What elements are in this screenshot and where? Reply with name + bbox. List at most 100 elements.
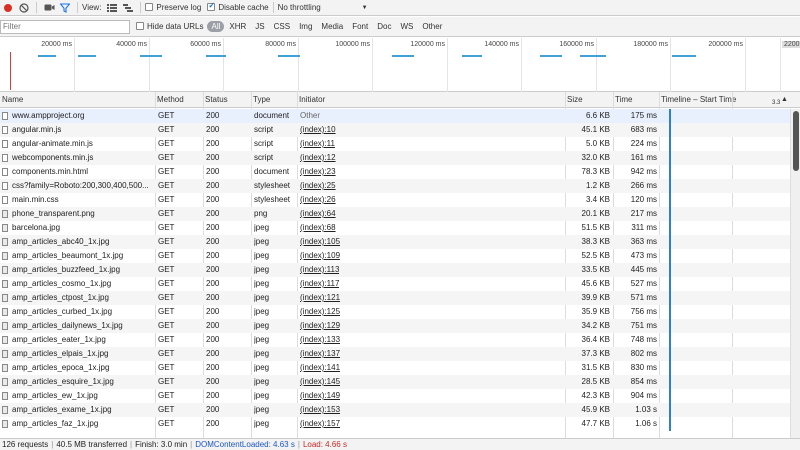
request-method: GET [158,419,175,428]
request-initiator[interactable]: (index):109 [300,249,340,263]
request-initiator[interactable]: (index):10 [300,123,336,137]
overview-gridline [447,38,448,92]
throttling-select[interactable]: No throttling [278,3,358,12]
request-row[interactable]: angular.min.js GET 200 script (index):10 45.1… [0,123,790,137]
column-header-status[interactable]: Status [203,92,251,108]
request-type: document [254,167,290,176]
hide-data-urls-checkbox[interactable]: Hide data URLs [136,22,203,31]
scrollbar-thumb[interactable] [793,111,799,171]
request-time: 175 ms [630,111,657,120]
request-initiator[interactable]: (index):23 [300,165,336,179]
request-initiator[interactable]: (index):145 [300,375,340,389]
column-header-time[interactable]: Time [613,92,659,108]
waterfall-bar [669,137,671,151]
request-initiator[interactable]: (index):68 [300,221,336,235]
waterfall-bar [669,389,671,403]
request-initiator[interactable]: (index):129 [300,319,340,333]
capture-screenshots-button[interactable] [41,0,57,16]
request-row[interactable]: amp_articles_buzzfeed_1x.jpg GET 200 jpeg (i… [0,263,790,277]
request-row[interactable]: amp_articles_cosmo_1x.jpg GET 200 jpeg (inde… [0,277,790,291]
column-header-name[interactable]: Name [0,92,155,108]
request-method: GET [158,111,175,120]
filter-type-css[interactable]: CSS [270,21,294,32]
overview-toggle-button[interactable] [120,0,136,16]
timeline-overview[interactable]: 20000 ms 40000 ms 60000 ms 80000 ms 100000 m… [0,38,800,92]
request-initiator[interactable]: (index):121 [300,291,340,305]
request-initiator[interactable]: (index):125 [300,305,340,319]
request-method: GET [158,377,175,386]
request-status: 200 [206,209,220,218]
request-row[interactable]: amp_articles_faz_1x.jpg GET 200 jpeg (index)… [0,417,790,431]
preserve-log-checkbox[interactable]: Preserve log [145,3,201,12]
filter-type-js[interactable]: JS [251,21,268,32]
column-header-size[interactable]: Size [565,92,613,108]
request-initiator[interactable]: (index):117 [300,277,339,291]
request-initiator[interactable]: (index):25 [300,179,336,193]
request-row[interactable]: phone_transparent.png GET 200 png (index):64… [0,207,790,221]
column-header-method[interactable]: Method [155,92,203,108]
request-time: 854 ms [630,377,657,386]
disable-cache-checkbox[interactable]: Disable cache [207,1,269,12]
request-initiator[interactable]: (index):113 [300,263,339,277]
request-row[interactable]: amp_articles_ctpost_1x.jpg GET 200 jpeg (ind… [0,291,790,305]
devtools-network-panel: View: Preserve log Disable cache No thro… [0,0,800,450]
request-type: jpeg [254,251,270,260]
request-row[interactable]: main.min.css GET 200 stylesheet (index):26 3.… [0,193,790,207]
request-initiator[interactable]: (index):137 [300,347,340,361]
request-row[interactable]: amp_articles_beaumont_1x.jpg GET 200 jpeg (i… [0,249,790,263]
filter-type-ws[interactable]: WS [396,21,417,32]
request-row[interactable]: amp_articles_elpais_1x.jpg GET 200 jpeg (ind… [0,347,790,361]
request-initiator[interactable]: (index):12 [300,151,336,165]
request-row[interactable]: amp_articles_dailynews_1x.jpg GET 200 jpeg (… [0,319,790,333]
filter-input[interactable] [0,19,130,34]
large-rows-button[interactable] [104,0,120,16]
request-row[interactable]: amp_articles_esquire_1x.jpg GET 200 jpeg (in… [0,375,790,389]
column-header-timeline[interactable]: Timeline – Start Time [659,92,769,108]
request-row[interactable]: amp_articles_eater_1x.jpg GET 200 jpeg (inde… [0,333,790,347]
filter-type-doc[interactable]: Doc [373,21,395,32]
request-initiator[interactable]: (index):105 [300,235,340,249]
request-count: 126 requests [2,440,49,449]
filter-type-other[interactable]: Other [418,21,446,32]
request-initiator[interactable]: (index):64 [300,207,336,221]
filter-toggle-button[interactable] [57,0,73,16]
column-header-initiator[interactable]: Initiator [297,92,565,108]
request-row[interactable]: css?family=Roboto:200,300,400,500... GET 2… [0,179,790,193]
hide-data-urls-label: Hide data URLs [147,22,204,31]
request-row[interactable]: barcelona.jpg GET 200 jpeg (index):68 51.5 KB… [0,221,790,235]
clear-button[interactable] [16,0,32,16]
request-type: jpeg [254,321,270,330]
request-row[interactable]: components.min.html GET 200 document (index)… [0,165,790,179]
request-initiator[interactable]: (index):153 [300,403,340,417]
request-row[interactable]: www.ampproject.org GET 200 document Other 6.6… [0,109,790,123]
request-row[interactable]: amp_articles_ew_1x.jpg GET 200 jpeg (index):… [0,389,790,403]
filter-funnel-icon [60,2,70,13]
request-row[interactable]: angular-animate.min.js GET 200 script (index… [0,137,790,151]
filter-type-img[interactable]: Img [295,21,316,32]
request-initiator[interactable]: (index):157 [300,417,340,431]
request-row[interactable]: amp_articles_exame_1x.jpg GET 200 jpeg (inde… [0,403,790,417]
record-button[interactable] [0,0,16,16]
filter-type-font[interactable]: Font [348,21,372,32]
overview-request-bar [392,55,414,57]
request-status: 200 [206,237,220,246]
request-time: 311 ms [631,223,657,232]
request-name: amp_articles_beaumont_1x.jpg [12,251,124,260]
request-size: 1.2 KB [585,181,610,190]
request-row[interactable]: amp_articles_curbed_1x.jpg GET 200 jpeg (ind… [0,305,790,319]
request-initiator[interactable]: (index):11 [300,137,335,151]
filter-type-xhr[interactable]: XHR [225,21,250,32]
request-row[interactable]: amp_articles_epoca_1x.jpg GET 200 jpeg (inde… [0,361,790,375]
request-initiator[interactable]: (index):133 [300,333,340,347]
filter-type-all[interactable]: All [207,21,225,32]
transferred-size: 40.5 MB transferred [56,440,128,449]
request-size: 42.3 KB [581,391,610,400]
filter-type-media[interactable]: Media [317,21,347,32]
request-initiator[interactable]: (index):141 [300,361,340,375]
request-row[interactable]: webcomponents.min.js GET 200 script (index):… [0,151,790,165]
request-initiator[interactable]: (index):149 [300,389,340,403]
vertical-scrollbar[interactable] [790,109,800,438]
column-header-type[interactable]: Type [251,92,297,108]
request-row[interactable]: amp_articles_abc40_1x.jpg GET 200 jpeg (inde… [0,235,790,249]
request-initiator[interactable]: (index):26 [300,193,336,207]
